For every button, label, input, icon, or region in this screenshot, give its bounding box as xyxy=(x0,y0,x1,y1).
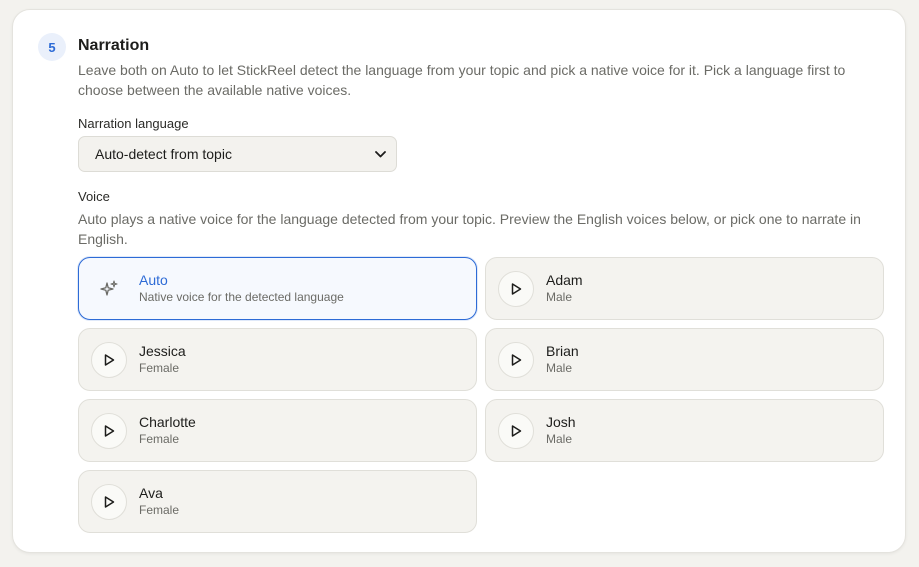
narration-language-value: Auto-detect from topic xyxy=(95,146,232,162)
voice-name: Jessica xyxy=(139,343,186,359)
voice-option-jessica[interactable]: Jessica Female xyxy=(78,328,477,391)
voice-option-charlotte[interactable]: Charlotte Female xyxy=(78,399,477,462)
voice-grid: Auto Native voice for the detected langu… xyxy=(78,257,884,533)
voice-option-brian[interactable]: Brian Male xyxy=(485,328,884,391)
voice-name: Charlotte xyxy=(139,414,196,430)
voice-subtitle: Male xyxy=(546,361,573,375)
voice-name: Josh xyxy=(546,414,576,430)
sparkle-icon xyxy=(91,271,127,307)
narration-language-select[interactable]: Auto-detect from topic xyxy=(78,136,397,172)
voice-subtitle: Female xyxy=(139,503,180,517)
play-icon[interactable] xyxy=(498,270,534,307)
voice-option-adam[interactable]: Adam Male xyxy=(485,257,884,320)
voice-subtitle: Male xyxy=(546,432,573,446)
narration-language-label: Narration language xyxy=(78,116,189,131)
voice-option-auto[interactable]: Auto Native voice for the detected langu… xyxy=(78,257,477,320)
play-icon[interactable] xyxy=(498,412,534,449)
play-icon[interactable] xyxy=(91,483,127,520)
voice-subtitle: Native voice for the detected language xyxy=(139,290,344,304)
voice-description: Auto plays a native voice for the langua… xyxy=(78,211,861,247)
narration-card: 5 Narration Leave both on Auto to let St… xyxy=(12,9,906,553)
voice-subtitle: Female xyxy=(139,361,180,375)
voice-option-josh[interactable]: Josh Male xyxy=(485,399,884,462)
play-icon[interactable] xyxy=(91,412,127,449)
play-icon[interactable] xyxy=(91,341,127,378)
voice-name: Brian xyxy=(546,343,579,359)
voice-subtitle: Male xyxy=(546,290,573,304)
play-icon[interactable] xyxy=(498,341,534,378)
section-description: Leave both on Auto to let StickReel dete… xyxy=(78,62,846,98)
section-title: Narration xyxy=(78,37,150,54)
chevron-down-icon xyxy=(374,148,386,160)
voice-name: Adam xyxy=(546,272,583,288)
voice-name: Ava xyxy=(139,485,163,501)
voice-label: Voice xyxy=(78,189,110,204)
voice-option-ava[interactable]: Ava Female xyxy=(78,470,477,533)
voice-name: Auto xyxy=(139,272,168,288)
voice-subtitle: Female xyxy=(139,432,180,446)
step-badge: 5 xyxy=(38,33,66,61)
